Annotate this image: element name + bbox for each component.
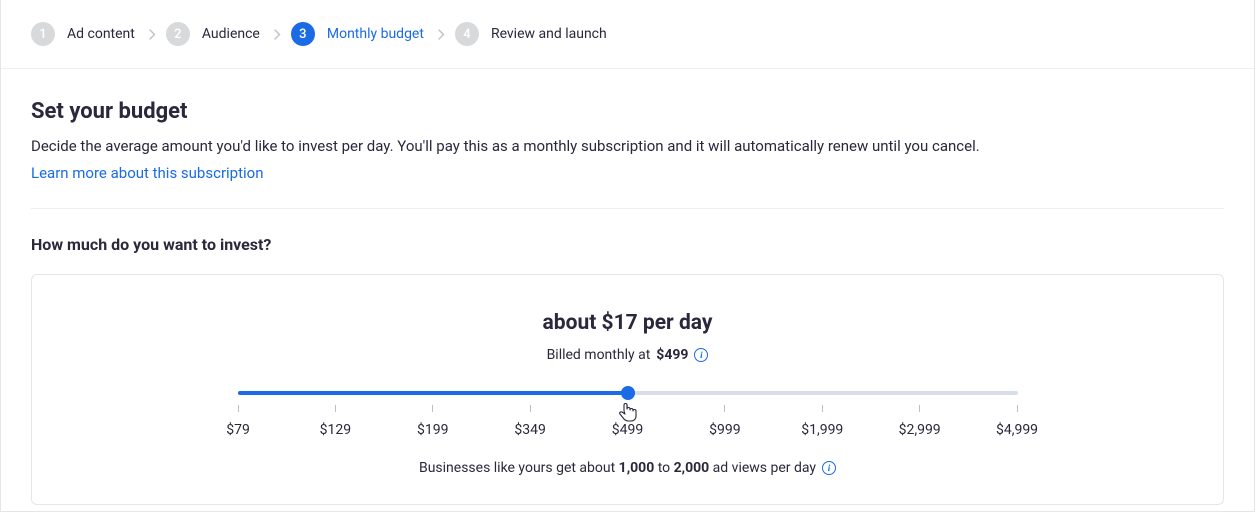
hint-suffix: ad views per day bbox=[709, 460, 816, 476]
slider-anchor[interactable] bbox=[621, 386, 635, 400]
content: Set your budget Decide the average amoun… bbox=[1, 69, 1254, 511]
step-review-launch[interactable]: 4 Review and launch bbox=[455, 22, 607, 46]
tick[interactable]: $129 bbox=[335, 405, 336, 438]
slider-track[interactable] bbox=[238, 391, 1018, 395]
slider-ticks: $79 $129 $199 $349 $499 $999 $1,999 $2,9… bbox=[238, 405, 1018, 438]
tick-mark bbox=[530, 405, 531, 412]
step-number-badge: 3 bbox=[291, 22, 315, 46]
tick-mark bbox=[238, 405, 239, 412]
invest-question: How much do you want to invest? bbox=[31, 235, 1224, 254]
tick-label: $4,999 bbox=[996, 422, 1038, 438]
hint-to: to bbox=[654, 460, 673, 476]
tick-label: $129 bbox=[320, 422, 351, 438]
chevron-right-icon bbox=[149, 29, 156, 40]
tick[interactable]: $349 bbox=[530, 405, 531, 438]
per-day-amount: about $17 per day bbox=[72, 311, 1183, 335]
step-label: Ad content bbox=[67, 26, 135, 42]
hint-low: 1,000 bbox=[619, 460, 655, 476]
views-hint: Businesses like yours get about 1,000 to… bbox=[72, 460, 1183, 476]
billed-prefix: Billed monthly at bbox=[547, 347, 651, 363]
step-number-badge: 1 bbox=[31, 22, 55, 46]
info-icon[interactable]: i bbox=[822, 461, 836, 475]
tick-label: $1,999 bbox=[801, 422, 843, 438]
learn-more-link[interactable]: Learn more about this subscription bbox=[31, 164, 264, 182]
step-audience[interactable]: 2 Audience bbox=[166, 22, 260, 46]
tick-mark bbox=[822, 405, 823, 412]
info-icon[interactable]: i bbox=[694, 348, 708, 362]
step-monthly-budget[interactable]: 3 Monthly budget bbox=[291, 22, 424, 46]
tick[interactable]: $2,999 bbox=[919, 405, 920, 438]
tick-mark bbox=[432, 405, 433, 412]
tick[interactable]: $499 bbox=[627, 405, 628, 438]
tick-label: $199 bbox=[417, 422, 448, 438]
chevron-right-icon bbox=[274, 29, 281, 40]
budget-card: about $17 per day Billed monthly at $499… bbox=[31, 274, 1224, 505]
tick-label: $79 bbox=[226, 422, 250, 438]
tick-mark bbox=[724, 405, 725, 412]
tick-label: $2,999 bbox=[899, 422, 941, 438]
hint-prefix: Businesses like yours get about bbox=[419, 460, 619, 476]
tick-label: $349 bbox=[514, 422, 545, 438]
tick[interactable]: $4,999 bbox=[1017, 405, 1018, 438]
tick-mark bbox=[335, 405, 336, 412]
step-label: Audience bbox=[202, 26, 260, 42]
page-title: Set your budget bbox=[31, 99, 1224, 124]
billed-amount: $499 bbox=[656, 347, 688, 363]
tick[interactable]: $199 bbox=[432, 405, 433, 438]
chevron-right-icon bbox=[438, 29, 445, 40]
step-ad-content[interactable]: 1 Ad content bbox=[31, 22, 135, 46]
tick[interactable]: $79 bbox=[238, 405, 239, 438]
divider bbox=[31, 208, 1224, 209]
tick[interactable]: $1,999 bbox=[822, 405, 823, 438]
budget-slider[interactable]: $79 $129 $199 $349 $499 $999 $1,999 $2,9… bbox=[238, 391, 1018, 438]
slider-fill bbox=[238, 391, 628, 395]
tick-mark bbox=[1017, 405, 1018, 412]
tick-mark bbox=[919, 405, 920, 412]
billed-line: Billed monthly at $499 i bbox=[72, 347, 1183, 363]
tick-mark bbox=[627, 405, 628, 412]
step-label: Review and launch bbox=[491, 26, 607, 42]
step-label: Monthly budget bbox=[327, 26, 424, 42]
tick-label: $999 bbox=[709, 422, 740, 438]
hint-high: 2,000 bbox=[674, 460, 710, 476]
tick[interactable]: $999 bbox=[724, 405, 725, 438]
step-number-badge: 2 bbox=[166, 22, 190, 46]
step-number-badge: 4 bbox=[455, 22, 479, 46]
slider-handle[interactable] bbox=[621, 386, 635, 400]
stepper: 1 Ad content 2 Audience 3 Monthly budget… bbox=[1, 0, 1254, 69]
page-subtitle: Decide the average amount you'd like to … bbox=[31, 136, 1224, 157]
page-frame: 1 Ad content 2 Audience 3 Monthly budget… bbox=[0, 0, 1255, 512]
tick-label: $499 bbox=[612, 422, 643, 438]
